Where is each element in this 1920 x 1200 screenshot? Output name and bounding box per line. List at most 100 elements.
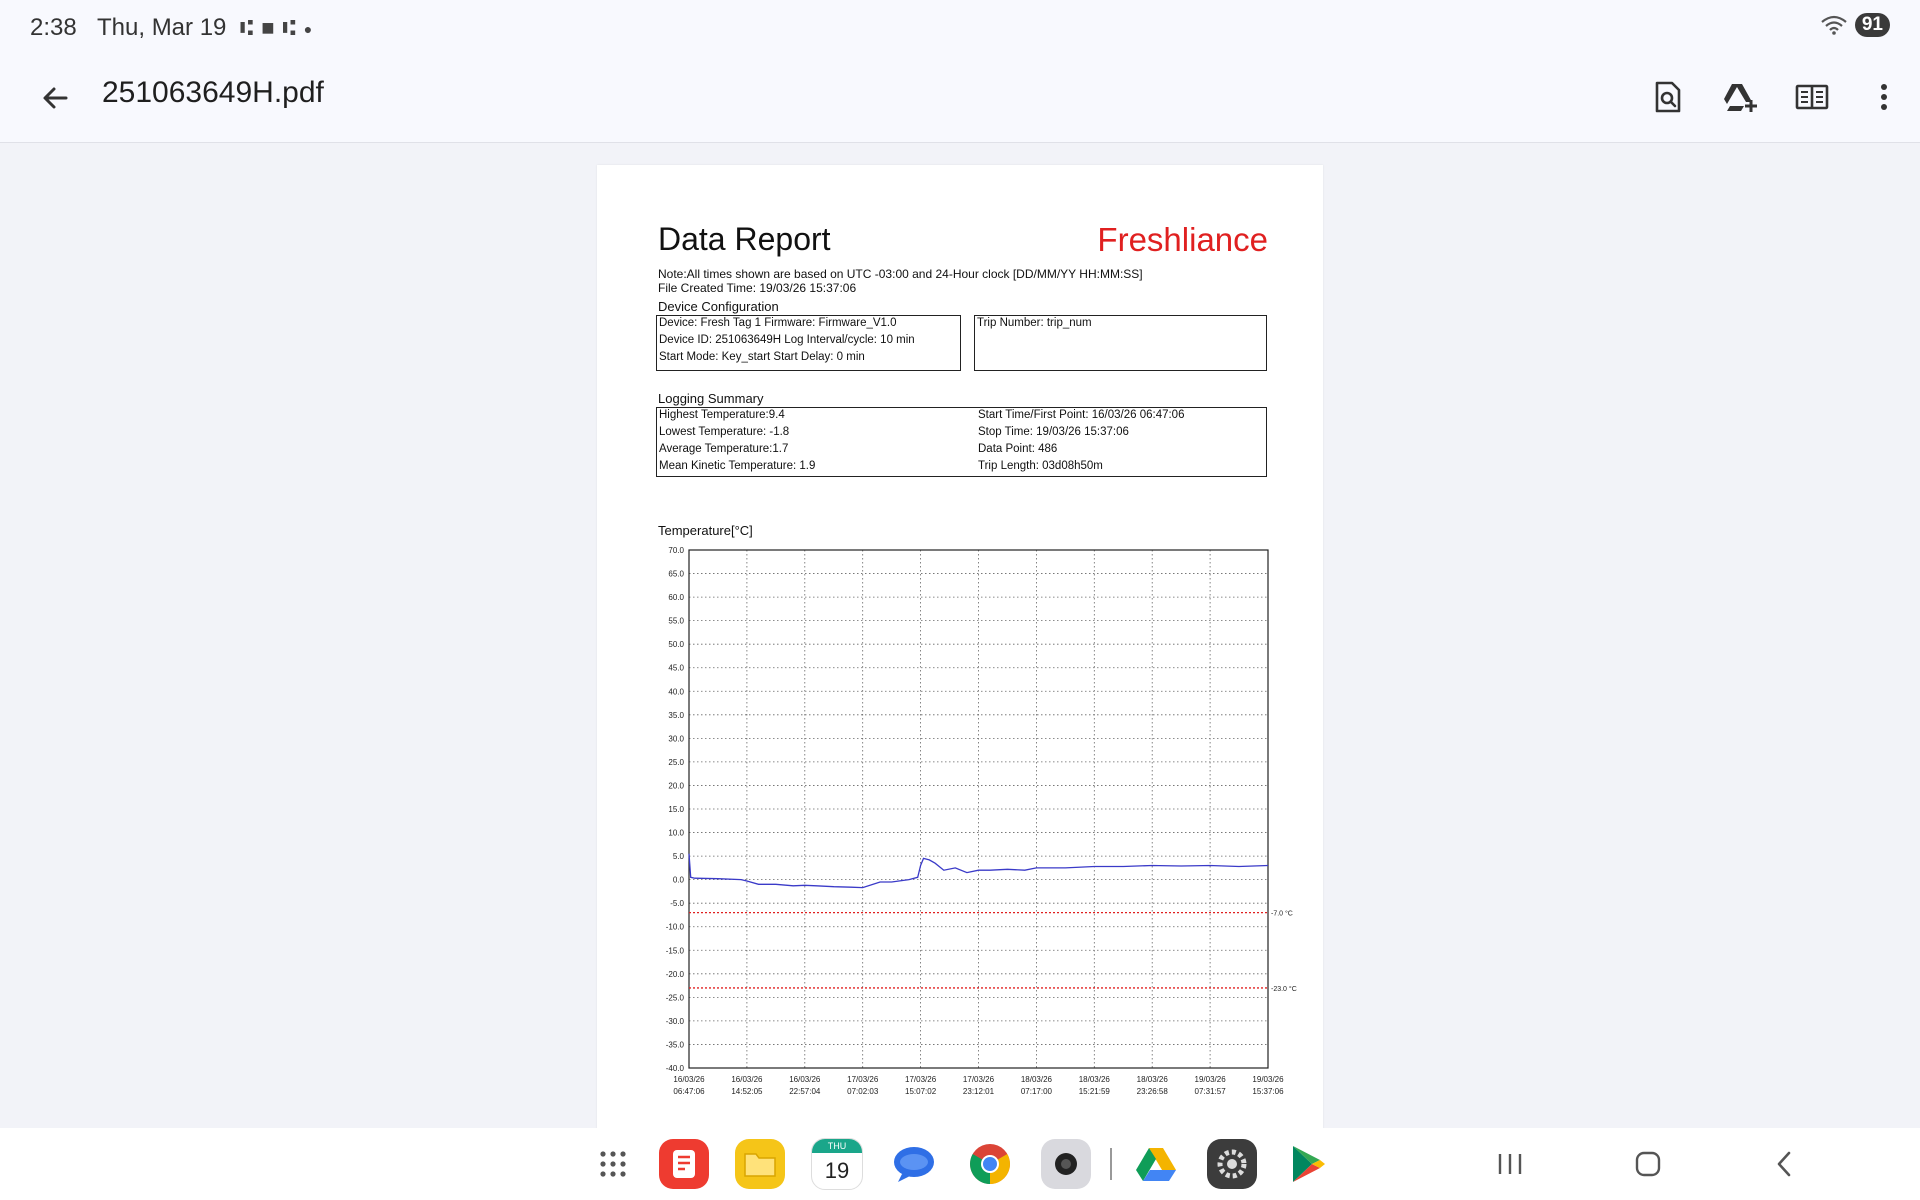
y-tick-label: 35.0 [668,711,684,720]
y-tick-label: -40.0 [666,1064,685,1073]
x-tick-date: 17/03/26 [905,1075,937,1084]
recent-apps-button[interactable] [1488,1142,1532,1186]
file-created-time: File Created Time: 19/03/26 15:37:06 [658,281,857,295]
usb-icon: ⑆ [282,15,304,40]
play-store-app-icon[interactable] [1283,1139,1333,1189]
summary-right-line: Trip Length: 03d08h50m [978,460,1103,472]
y-tick-label: -25.0 [666,993,685,1002]
y-tick-label: 25.0 [668,758,684,767]
summary-left-line: Mean Kinetic Temperature: 1.9 [659,460,816,472]
back-icon [1777,1151,1791,1177]
reading-mode-button[interactable] [1776,72,1848,122]
threshold-label: -7.0 °C [1271,910,1293,918]
x-tick-date: 17/03/26 [963,1075,995,1084]
y-tick-label: -15.0 [666,946,685,955]
threshold-label: -23.0 °C [1271,985,1297,993]
x-tick-date: 18/03/26 [1021,1075,1053,1084]
drive-app-icon[interactable] [1131,1139,1181,1189]
y-tick-label: 0.0 [673,876,685,885]
chrome-logo-icon [970,1144,1010,1184]
logging-summary-box: Highest Temperature:9.4 Lowest Temperatu… [656,407,1267,477]
y-tick-label: -10.0 [666,923,685,932]
x-tick-date: 18/03/26 [1137,1075,1169,1084]
settings-app-icon[interactable] [1207,1139,1257,1189]
camera-lens-icon [1055,1153,1077,1175]
summary-left-line: Average Temperature:1.7 [659,443,789,455]
y-tick-label: 70.0 [668,546,684,555]
status-right: 91 [1821,13,1890,37]
more-options-button[interactable] [1848,72,1920,122]
calendar-app-icon[interactable]: THU 19 [811,1138,863,1190]
y-tick-label: 20.0 [668,781,684,790]
nav-back-button[interactable] [1762,1142,1806,1186]
summary-left-line: Lowest Temperature: -1.8 [659,426,790,438]
x-tick-time: 07:31:57 [1195,1087,1227,1096]
y-tick-label: -35.0 [666,1040,685,1049]
y-tick-label: 50.0 [668,640,684,649]
x-tick-date: 17/03/26 [847,1075,879,1084]
y-tick-label: -20.0 [666,970,685,979]
summary-right-line: Start Time/First Point: 16/03/26 06:47:0… [978,409,1185,421]
app-actions [1632,72,1920,122]
chrome-app-icon[interactable] [965,1139,1015,1189]
summary-right-line: Stop Time: 19/03/26 15:37:06 [978,426,1129,438]
camera-app-icon[interactable] [1041,1139,1091,1189]
device-line: Device ID: 251063649H Log Interval/cycle… [659,334,915,346]
device-config-title: Device Configuration [658,299,779,314]
wifi-icon [1821,15,1847,35]
y-tick-label: -5.0 [670,899,684,908]
x-tick-date: 18/03/26 [1079,1075,1111,1084]
x-tick-date: 16/03/26 [789,1075,821,1084]
home-button[interactable] [1626,1142,1670,1186]
play-logo-icon [1293,1146,1325,1182]
x-tick-time: 23:12:01 [963,1087,995,1096]
x-tick-time: 07:02:03 [847,1087,879,1096]
trip-number: Trip Number: trip_num [977,317,1092,329]
recent-apps-icon [1498,1154,1522,1174]
status-date: Thu, Mar 19 [97,14,227,41]
folder-icon [744,1153,776,1177]
x-tick-time: 15:37:06 [1252,1087,1284,1096]
x-tick-date: 16/03/26 [731,1075,763,1084]
brand-logo-text: Freshliance [1097,221,1268,258]
y-tick-label: 45.0 [668,664,684,673]
report-title: Data Report [658,221,831,257]
back-button[interactable] [36,78,76,118]
summary-left-line: Highest Temperature:9.4 [659,409,785,421]
chat-bubble-icon [894,1147,934,1182]
drive-logo-icon [1136,1148,1176,1181]
app-bar: 251063649H.pdf [0,52,1920,143]
messages-app-icon[interactable] [889,1139,939,1189]
notes-app-icon[interactable] [659,1139,709,1189]
x-tick-time: 23:26:58 [1137,1087,1169,1096]
status-time: 2:38 [30,14,77,41]
app-drawer-button[interactable] [593,1139,633,1189]
device-line: Start Mode: Key_start Start Delay: 0 min [659,351,865,363]
find-in-document-button[interactable] [1632,72,1704,122]
x-tick-date: 19/03/26 [1195,1075,1227,1084]
y-tick-label: 30.0 [668,734,684,743]
summary-right-line: Data Point: 486 [978,443,1058,455]
pdf-viewer[interactable]: Data Report Freshliance Note:All times s… [0,143,1920,1128]
more-options-icon [1881,84,1887,110]
find-in-document-icon [1655,81,1681,113]
y-tick-label: 5.0 [673,852,685,861]
usb-icon: ⑆ [240,15,262,40]
x-tick-date: 16/03/26 [673,1075,705,1084]
arrow-back-icon [43,87,68,109]
x-tick-time: 22:57:04 [789,1087,821,1096]
x-tick-time: 06:47:06 [673,1087,705,1096]
reading-mode-icon [1795,84,1829,110]
trip-number-box: Trip Number: trip_num [974,315,1267,371]
y-tick-label: 15.0 [668,805,684,814]
device-line: Device: Fresh Tag 1 Firmware: Firmware_V… [659,317,897,329]
app-grid-icon [600,1151,626,1177]
files-app-icon[interactable] [735,1139,785,1189]
dot-icon: ● [303,21,321,38]
status-bar: 2:38 Thu, Mar 19 ⑆■⑆● 91 [0,0,1920,52]
device-config-box: Device: Fresh Tag 1 Firmware: Firmware_V… [656,315,961,371]
temperature-chart: 70.0 65.0 60.0 55.0 50.0 45.0 40.0 35.0 30.0 25.0… [666,546,1297,1096]
add-to-drive-button[interactable] [1704,72,1776,122]
y-tick-label: 55.0 [668,617,684,626]
notification-icons: ⑆■⑆● [240,15,320,41]
